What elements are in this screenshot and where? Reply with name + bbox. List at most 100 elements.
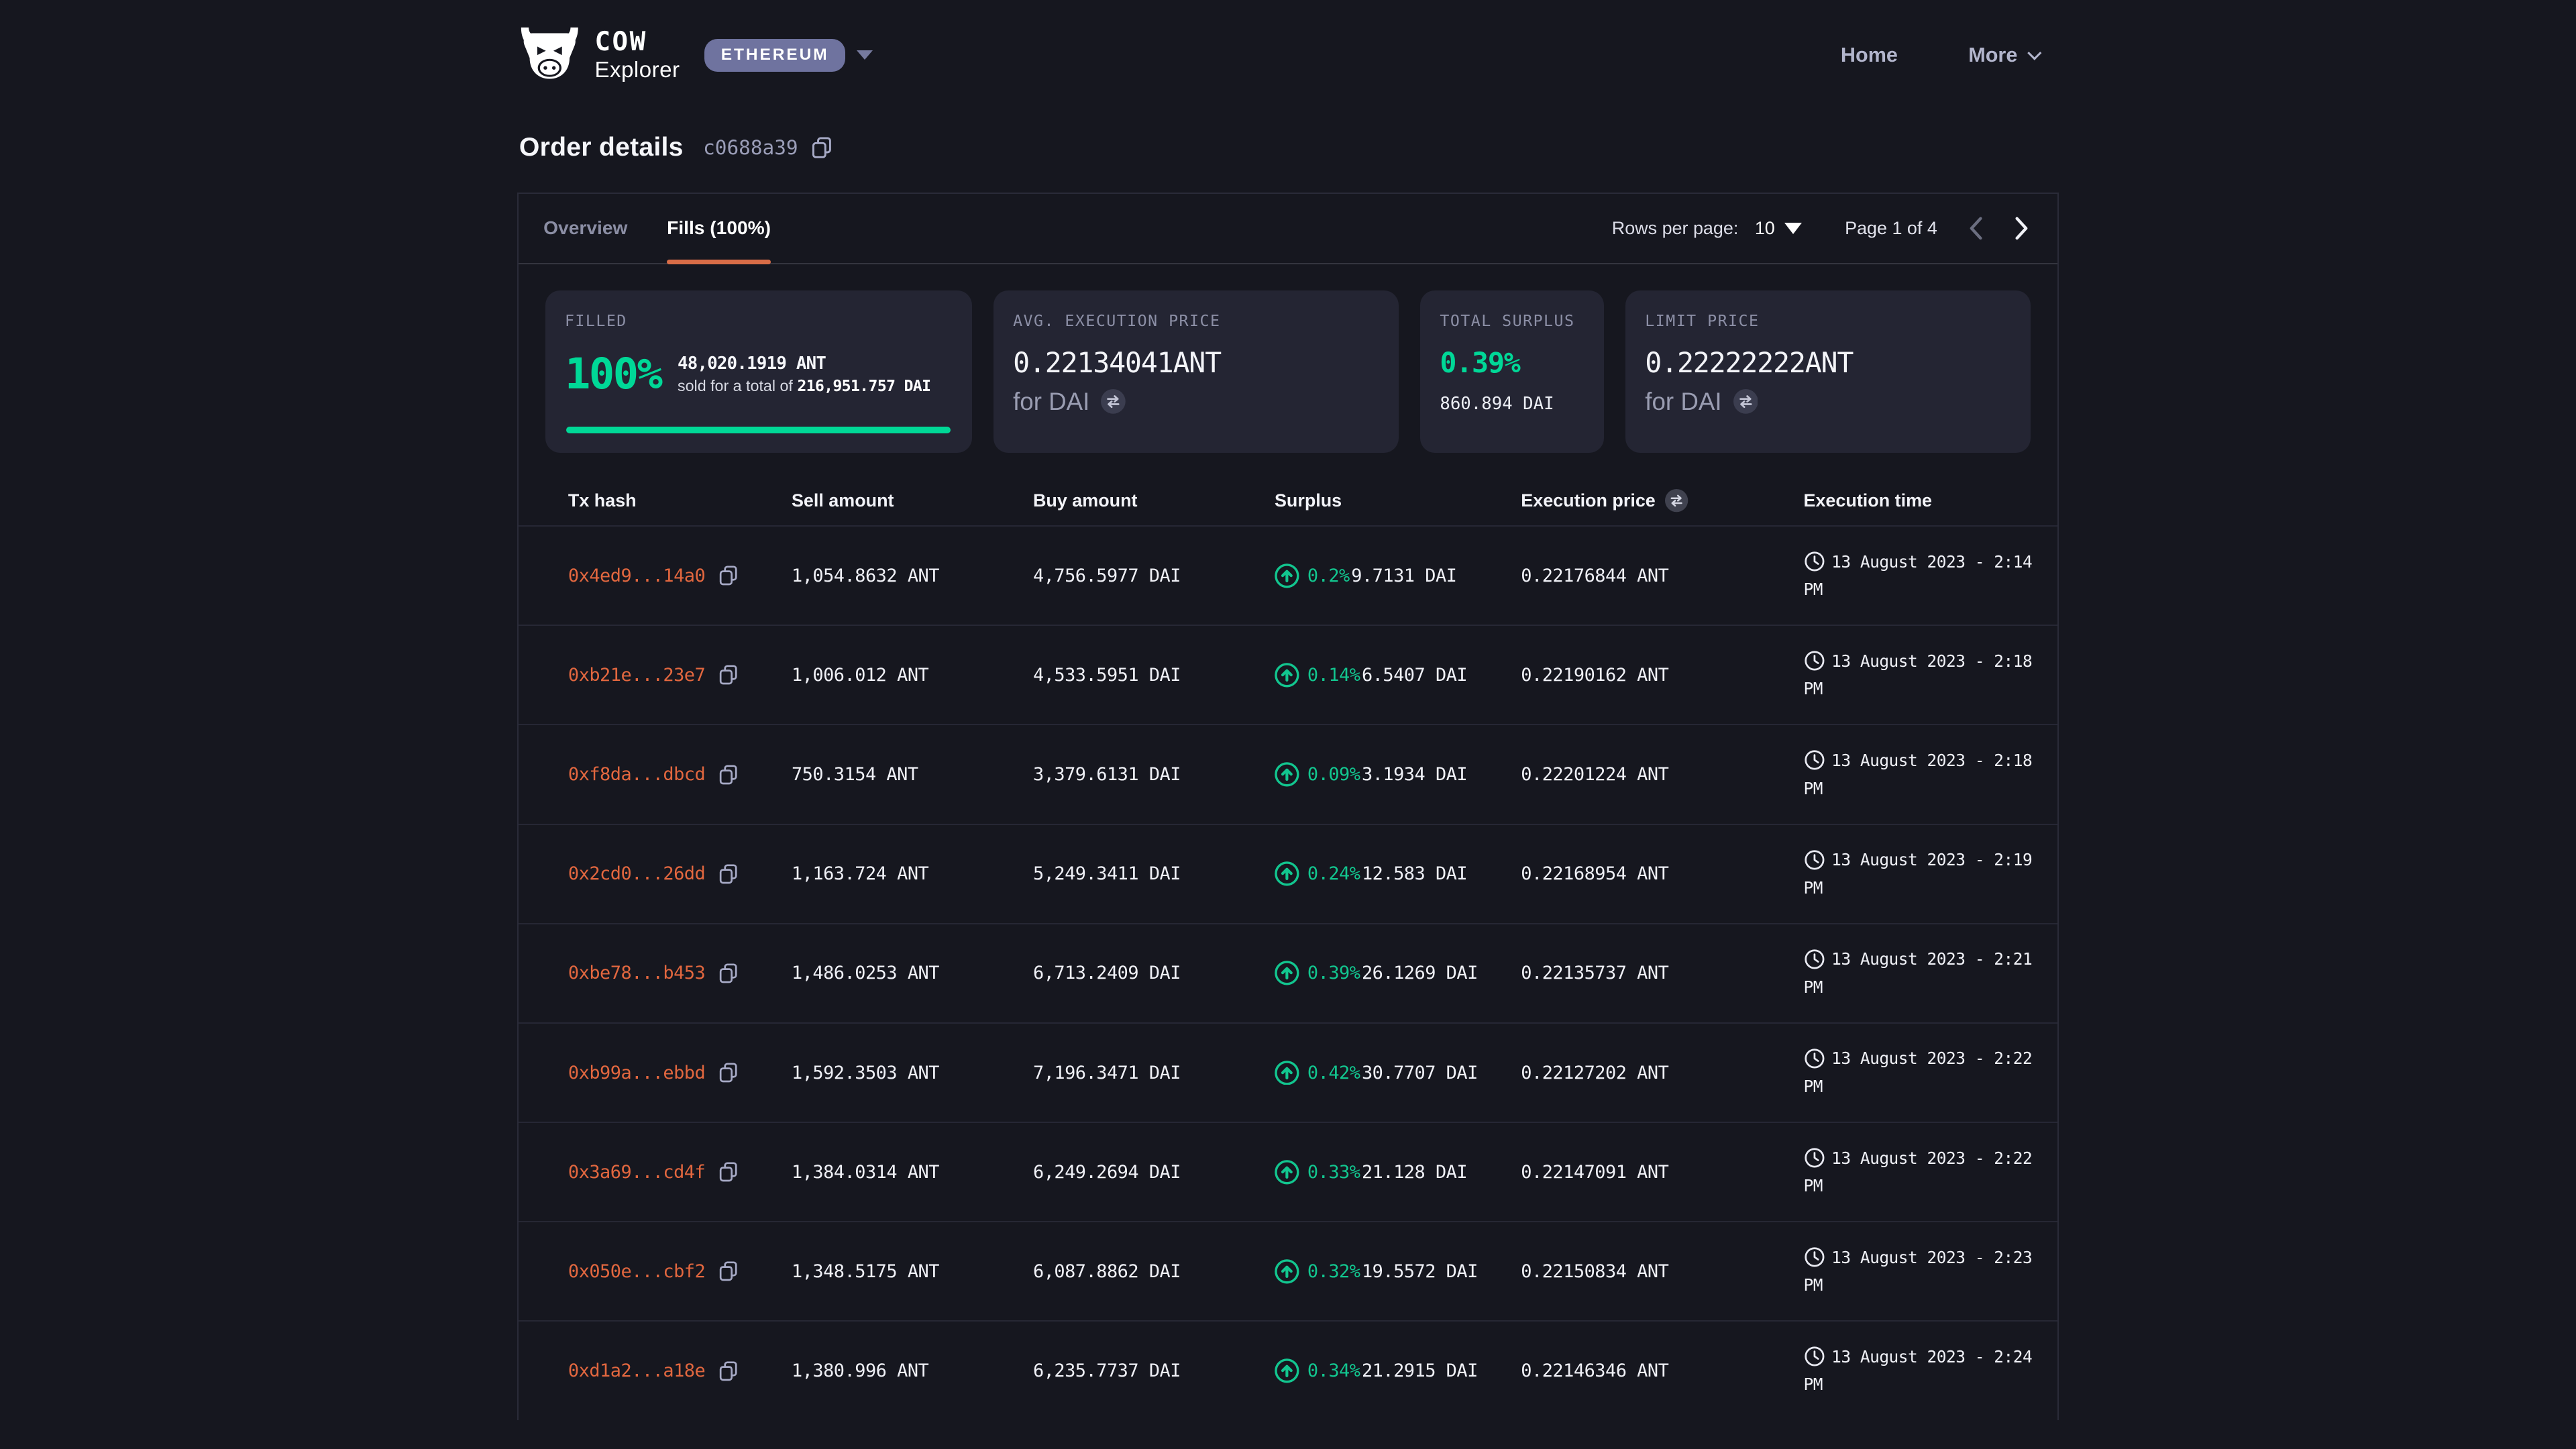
tab-fills[interactable]: Fills (100%) (667, 194, 771, 263)
execution-time-text: 13 August 2023 - 2:18 PM (1804, 651, 2033, 699)
surplus-percent: 0.39% (1307, 963, 1360, 983)
clock-icon (1804, 849, 1825, 871)
swap-arrows-icon[interactable] (1101, 389, 1126, 414)
total-surplus-card: TOTAL SURPLUS 0.39% 860.894 DAI (1420, 290, 1604, 453)
surplus-percent: 0.42% (1307, 1063, 1360, 1083)
surplus-amount: 26.1269 DAI (1362, 963, 1478, 983)
top-nav: Home More (1841, 44, 2057, 67)
tx-hash-link[interactable]: 0xbe78...b453 (568, 963, 705, 983)
total-surplus-label: TOTAL SURPLUS (1440, 312, 1584, 330)
surplus-amount: 19.5572 DAI (1362, 1261, 1478, 1282)
network-selector[interactable]: ETHEREUM (704, 39, 873, 72)
limit-price-quote: for DAI (1645, 388, 2011, 416)
tx-hash-link[interactable]: 0x050e...cbf2 (568, 1261, 705, 1282)
buy-amount-cell: 6,235.7737 DAI (1033, 1360, 1275, 1381)
tx-hash-link[interactable]: 0x2cd0...26dd (568, 863, 705, 884)
col-execution-price: Execution price (1521, 489, 1803, 512)
logo[interactable]: COW Explorer (519, 25, 680, 85)
tx-hash-link[interactable]: 0xf8da...dbcd (568, 764, 705, 785)
tab-bar: Overview Fills (100%) Rows per page: 10 … (519, 194, 2057, 264)
surplus-cell: 0.32% 19.5572 DAI (1275, 1259, 1521, 1284)
execution-price-cell: 0.22176844 ANT (1521, 566, 1803, 586)
title-row: Order details c0688a39 (0, 129, 2576, 166)
sell-amount-cell: 1,380.996 ANT (792, 1360, 1033, 1381)
copy-icon[interactable] (718, 1161, 738, 1183)
sell-amount-cell: 1,054.8632 ANT (792, 566, 1033, 586)
tx-hash-cell: 0xf8da...dbcd (568, 764, 792, 786)
arrow-up-circle-icon (1275, 861, 1299, 886)
rows-per-page-select[interactable]: 10 (1755, 218, 1803, 239)
nav-home[interactable]: Home (1841, 44, 1898, 67)
filled-percent: 100% (565, 350, 661, 399)
buy-amount-cell: 6,249.2694 DAI (1033, 1162, 1275, 1183)
sell-amount-cell: 1,348.5175 ANT (792, 1261, 1033, 1282)
surplus-cell: 0.14% 6.5407 DAI (1275, 663, 1521, 688)
clock-icon (1804, 1246, 1825, 1268)
copy-icon[interactable] (718, 1062, 738, 1083)
buy-amount-cell: 4,533.5951 DAI (1033, 665, 1275, 686)
execution-time-cell: 13 August 2023 - 2:18 PM (1804, 747, 2050, 802)
table-row: 0xd1a2...a18e 1,380.996 ANT 6,235.7737 D… (519, 1320, 2057, 1419)
arrow-up-circle-icon (1275, 762, 1299, 787)
swap-arrows-icon[interactable] (1733, 389, 1758, 414)
surplus-percent: 0.32% (1307, 1261, 1360, 1282)
tx-hash-cell: 0x050e...cbf2 (568, 1260, 792, 1282)
copy-icon[interactable] (718, 565, 738, 586)
tx-hash-cell: 0x3a69...cd4f (568, 1161, 792, 1183)
swap-arrows-icon[interactable] (1665, 489, 1688, 512)
filled-sold-prefix: sold for a total of (678, 377, 797, 394)
copy-icon[interactable] (718, 664, 738, 686)
surplus-cell: 0.24% 12.583 DAI (1275, 861, 1521, 886)
fills-panel: Overview Fills (100%) Rows per page: 10 … (517, 193, 2058, 1420)
tx-hash-link[interactable]: 0x3a69...cd4f (568, 1162, 705, 1183)
nav-more[interactable]: More (1968, 44, 2037, 67)
table-row: 0xb21e...23e7 1,006.012 ANT 4,533.5951 D… (519, 625, 2057, 724)
copy-icon[interactable] (718, 863, 738, 885)
tx-hash-link[interactable]: 0xd1a2...a18e (568, 1360, 705, 1381)
copy-icon[interactable] (718, 1260, 738, 1282)
execution-time-cell: 13 August 2023 - 2:22 PM (1804, 1144, 2050, 1200)
previous-page-button[interactable] (1968, 216, 1983, 241)
surplus-cell: 0.2% 9.7131 DAI (1275, 564, 1521, 588)
surplus-amount: 12.583 DAI (1362, 863, 1467, 884)
copy-icon[interactable] (718, 764, 738, 786)
total-surplus-percent: 0.39% (1440, 346, 1584, 379)
tab-overview[interactable]: Overview (543, 194, 627, 263)
tx-hash-link[interactable]: 0x4ed9...14a0 (568, 566, 705, 586)
table-row: 0x3a69...cd4f 1,384.0314 ANT 6,249.2694 … (519, 1122, 2057, 1221)
network-badge[interactable]: ETHEREUM (704, 39, 845, 72)
buy-amount-cell: 6,087.8862 DAI (1033, 1261, 1275, 1282)
tx-hash-link[interactable]: 0xb99a...ebbd (568, 1063, 705, 1083)
arrow-up-circle-icon (1275, 1160, 1299, 1185)
surplus-percent: 0.34% (1307, 1360, 1360, 1381)
clock-icon (1804, 551, 1825, 572)
col-surplus: Surplus (1275, 490, 1521, 511)
arrow-up-circle-icon (1275, 961, 1299, 985)
clock-icon (1804, 1346, 1825, 1367)
buy-amount-cell: 5,249.3411 DAI (1033, 863, 1275, 884)
execution-price-cell: 0.22135737 ANT (1521, 963, 1803, 983)
surplus-percent: 0.24% (1307, 863, 1360, 884)
next-page-button[interactable] (2015, 216, 2029, 241)
tx-hash-link[interactable]: 0xb21e...23e7 (568, 665, 705, 686)
limit-price-label: LIMIT PRICE (1645, 312, 2011, 330)
pagination-controls: Rows per page: 10 Page 1 of 4 (1612, 194, 2033, 263)
cow-head-icon (519, 25, 580, 85)
arrow-up-circle-icon (1275, 1061, 1299, 1085)
tab-overview-label: Overview (543, 217, 627, 239)
copy-icon[interactable] (811, 136, 833, 159)
execution-price-cell: 0.22201224 ANT (1521, 764, 1803, 785)
execution-price-cell: 0.22168954 ANT (1521, 863, 1803, 884)
sell-amount-cell: 750.3154 ANT (792, 764, 1033, 785)
table-row: 0xf8da...dbcd 750.3154 ANT 3,379.6131 DA… (519, 724, 2057, 823)
execution-price-cell: 0.22147091 ANT (1521, 1162, 1803, 1183)
copy-icon[interactable] (718, 963, 738, 984)
page-title: Order details (519, 133, 684, 162)
clock-icon (1804, 1048, 1825, 1069)
limit-price-card: LIMIT PRICE 0.22222222ANT for DAI (1625, 290, 2031, 453)
table-row: 0xbe78...b453 1,486.0253 ANT 6,713.2409 … (519, 923, 2057, 1022)
sell-amount-cell: 1,006.012 ANT (792, 665, 1033, 686)
clock-icon (1804, 949, 1825, 970)
execution-time-cell: 13 August 2023 - 2:23 PM (1804, 1244, 2050, 1299)
copy-icon[interactable] (718, 1360, 738, 1382)
